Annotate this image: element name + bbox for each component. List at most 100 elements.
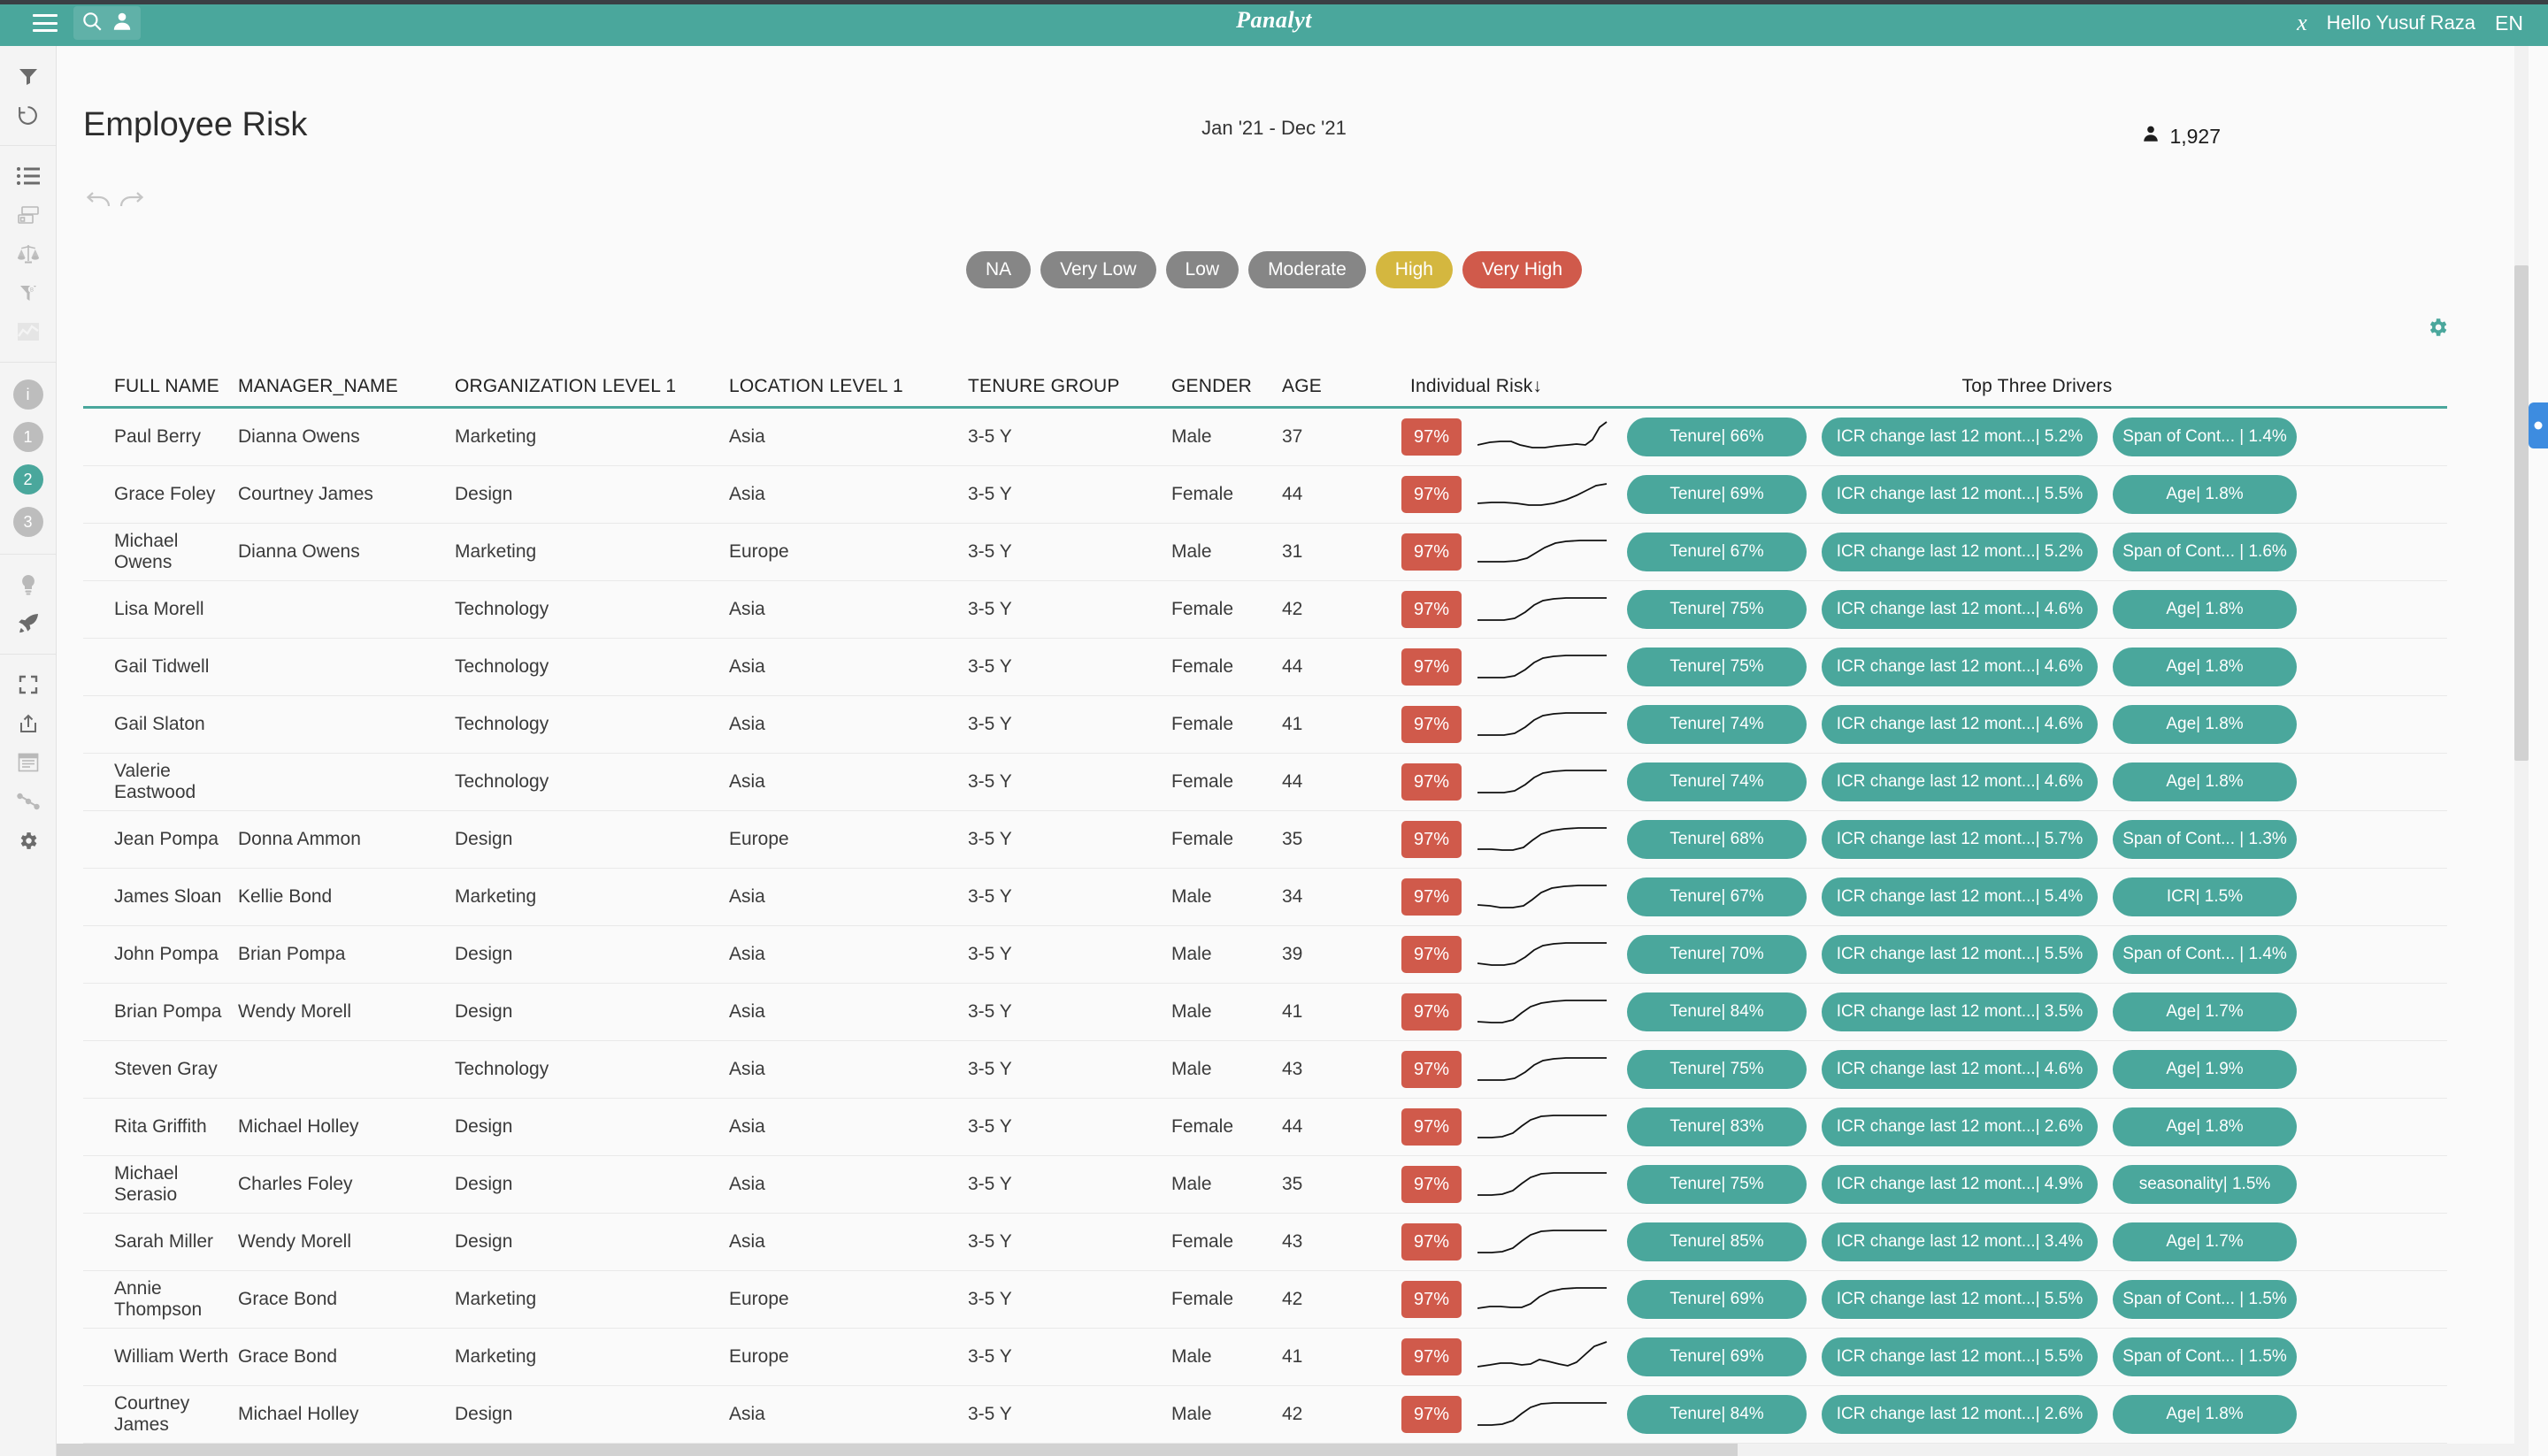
driver-pill-2[interactable]: ICR change last 12 mont...| 4.6%: [1822, 705, 2098, 744]
risk-score-badge[interactable]: 97%: [1401, 533, 1462, 571]
driver-pill-3[interactable]: Span of Cont... | 1.4%: [2113, 935, 2297, 974]
risk-legend-pill-low[interactable]: Low: [1165, 251, 1239, 288]
driver-pill-2[interactable]: ICR change last 12 mont...| 5.4%: [1822, 877, 2098, 916]
step-badge-info[interactable]: i: [12, 379, 43, 410]
driver-pill-1[interactable]: Tenure| 70%: [1627, 935, 1807, 974]
risk-score-badge[interactable]: 97%: [1401, 763, 1462, 801]
table-row[interactable]: Annie Thompson Grace Bond Marketing Europe 3…: [83, 1271, 2447, 1329]
risk-score-badge[interactable]: 97%: [1401, 936, 1462, 973]
driver-pill-2[interactable]: ICR change last 12 mont...| 4.6%: [1822, 1050, 2098, 1089]
step-badge-3[interactable]: 3: [12, 507, 43, 537]
column-header-manager-name[interactable]: MANAGER_NAME: [238, 376, 455, 406]
column-header-organization[interactable]: ORGANIZATION LEVEL 1: [455, 376, 729, 406]
driver-pill-1[interactable]: Tenure| 75%: [1627, 1050, 1807, 1089]
driver-pill-2[interactable]: ICR change last 12 mont...| 5.7%: [1822, 820, 2098, 859]
risk-score-badge[interactable]: 97%: [1401, 878, 1462, 916]
driver-pill-1[interactable]: Tenure| 66%: [1627, 418, 1807, 456]
driver-pill-3[interactable]: Age| 1.8%: [2113, 1107, 2297, 1146]
undo-icon[interactable]: [85, 192, 111, 214]
driver-pill-3[interactable]: Age| 1.9%: [2113, 1050, 2297, 1089]
driver-pill-1[interactable]: Tenure| 84%: [1627, 992, 1807, 1031]
list-icon[interactable]: [9, 157, 48, 195]
driver-pill-1[interactable]: Tenure| 75%: [1627, 590, 1807, 629]
balance-icon[interactable]: [9, 234, 48, 273]
driver-pill-3[interactable]: Age| 1.8%: [2113, 705, 2297, 744]
table-row[interactable]: William Werth Grace Bond Marketing Europe 3-…: [83, 1329, 2447, 1386]
user-icon[interactable]: [111, 10, 134, 37]
column-header-age[interactable]: AGE: [1282, 376, 1401, 406]
risk-score-badge[interactable]: 97%: [1401, 1223, 1462, 1261]
risk-score-badge[interactable]: 97%: [1401, 591, 1462, 628]
driver-pill-2[interactable]: ICR change last 12 mont...| 3.4%: [1822, 1222, 2098, 1261]
driver-pill-1[interactable]: Tenure| 68%: [1627, 820, 1807, 859]
driver-pill-3[interactable]: ICR| 1.5%: [2113, 877, 2297, 916]
driver-pill-1[interactable]: Tenure| 67%: [1627, 877, 1807, 916]
table-row[interactable]: Jean Pompa Donna Ammon Design Europe 3-5 Y Fe…: [83, 811, 2447, 869]
column-header-location[interactable]: LOCATION LEVEL 1: [729, 376, 968, 406]
driver-pill-3[interactable]: Span of Cont... | 1.5%: [2113, 1337, 2297, 1376]
column-header-top-three-drivers[interactable]: Top Three Drivers: [1627, 376, 2447, 406]
driver-pill-2[interactable]: ICR change last 12 mont...| 2.6%: [1822, 1395, 2098, 1434]
driver-pill-2[interactable]: ICR change last 12 mont...| 5.5%: [1822, 475, 2098, 514]
table-row[interactable]: Valerie Eastwood Technology Asia 3-5 Y Femal…: [83, 754, 2447, 811]
column-header-full-name[interactable]: FULL NAME: [83, 376, 238, 406]
driver-pill-2[interactable]: ICR change last 12 mont...| 2.6%: [1822, 1107, 2098, 1146]
risk-score-badge[interactable]: 97%: [1401, 1166, 1462, 1203]
redo-icon[interactable]: [119, 192, 145, 214]
chart-area-icon[interactable]: [9, 312, 48, 351]
filter-icon[interactable]: [9, 57, 48, 96]
search-user-button[interactable]: [73, 6, 141, 40]
table-row[interactable]: Lisa Morell Technology Asia 3-5 Y Female 42 97…: [83, 581, 2447, 639]
table-row[interactable]: Michael Serasio Charles Foley Design Asia 3-…: [83, 1156, 2447, 1214]
horizontal-scrollbar-thumb[interactable]: [57, 1444, 1738, 1456]
risk-score-badge[interactable]: 97%: [1401, 706, 1462, 743]
driver-pill-3[interactable]: Age| 1.8%: [2113, 1395, 2297, 1434]
driver-pill-1[interactable]: Tenure| 69%: [1627, 475, 1807, 514]
risk-score-badge[interactable]: 97%: [1401, 993, 1462, 1031]
table-row[interactable]: Steven Gray Technology Asia 3-5 Y Male 43 97% T…: [83, 1041, 2447, 1099]
driver-pill-3[interactable]: Span of Cont... | 1.3%: [2113, 820, 2297, 859]
history-icon[interactable]: [9, 96, 48, 134]
hamburger-icon[interactable]: [33, 14, 58, 32]
risk-score-badge[interactable]: 97%: [1401, 1108, 1462, 1146]
cards-icon[interactable]: [9, 195, 48, 234]
risk-legend-pill-high[interactable]: High: [1375, 251, 1453, 288]
driver-pill-2[interactable]: ICR change last 12 mont...| 5.5%: [1822, 1337, 2098, 1376]
driver-pill-2[interactable]: ICR change last 12 mont...| 5.5%: [1822, 935, 2098, 974]
step-badge-1[interactable]: 1: [12, 422, 43, 452]
driver-pill-1[interactable]: Tenure| 84%: [1627, 1395, 1807, 1434]
driver-pill-1[interactable]: Tenure| 85%: [1627, 1222, 1807, 1261]
driver-pill-1[interactable]: Tenure| 69%: [1627, 1337, 1807, 1376]
driver-pill-3[interactable]: seasonality| 1.5%: [2113, 1165, 2297, 1204]
language-selector[interactable]: EN: [2495, 11, 2523, 35]
gear-icon[interactable]: [9, 821, 48, 860]
share-icon[interactable]: [9, 704, 48, 743]
risk-legend-pill-very-low[interactable]: Very Low: [1040, 251, 1156, 288]
table-row[interactable]: Sarah Miller Wendy Morell Design Asia 3-5 Y F…: [83, 1214, 2447, 1271]
column-header-tenure-group[interactable]: TENURE GROUP: [968, 376, 1171, 406]
driver-pill-3[interactable]: Age| 1.8%: [2113, 590, 2297, 629]
funnel-b-icon[interactable]: B: [9, 273, 48, 312]
table-row[interactable]: Grace Foley Courtney James Design Asia 3-5 Y…: [83, 466, 2447, 524]
table-row[interactable]: Courtney James Michael Holley Design Asia 3-…: [83, 1386, 2447, 1444]
driver-pill-2[interactable]: ICR change last 12 mont...| 4.9%: [1822, 1165, 2098, 1204]
driver-pill-3[interactable]: Span of Cont... | 1.4%: [2113, 418, 2297, 456]
table-settings-gear-icon[interactable]: [2426, 316, 2449, 343]
driver-pill-1[interactable]: Tenure| 75%: [1627, 648, 1807, 686]
risk-legend-pill-moderate[interactable]: Moderate: [1248, 251, 1366, 288]
table-row[interactable]: Brian Pompa Wendy Morell Design Asia 3-5 Y Ma…: [83, 984, 2447, 1041]
driver-pill-2[interactable]: ICR change last 12 mont...| 3.5%: [1822, 992, 2098, 1031]
driver-pill-1[interactable]: Tenure| 75%: [1627, 1165, 1807, 1204]
table-row[interactable]: Gail Tidwell Technology Asia 3-5 Y Female 44 9…: [83, 639, 2447, 696]
vertical-scrollbar-thumb[interactable]: [2514, 265, 2529, 761]
driver-pill-2[interactable]: ICR change last 12 mont...| 4.6%: [1822, 590, 2098, 629]
step-badge-2[interactable]: 2: [12, 464, 43, 494]
risk-legend-pill-very-high[interactable]: Very High: [1462, 251, 1583, 288]
risk-score-badge[interactable]: 97%: [1401, 821, 1462, 858]
driver-pill-3[interactable]: Span of Cont... | 1.6%: [2113, 533, 2297, 571]
driver-pill-1[interactable]: Tenure| 69%: [1627, 1280, 1807, 1319]
column-header-gender[interactable]: GENDER: [1171, 376, 1282, 406]
driver-pill-2[interactable]: ICR change last 12 mont...| 5.5%: [1822, 1280, 2098, 1319]
table-row[interactable]: John Pompa Brian Pompa Design Asia 3-5 Y Male…: [83, 926, 2447, 984]
table-row[interactable]: Paul Berry Dianna Owens Marketing Asia 3-5 Y…: [83, 409, 2447, 466]
